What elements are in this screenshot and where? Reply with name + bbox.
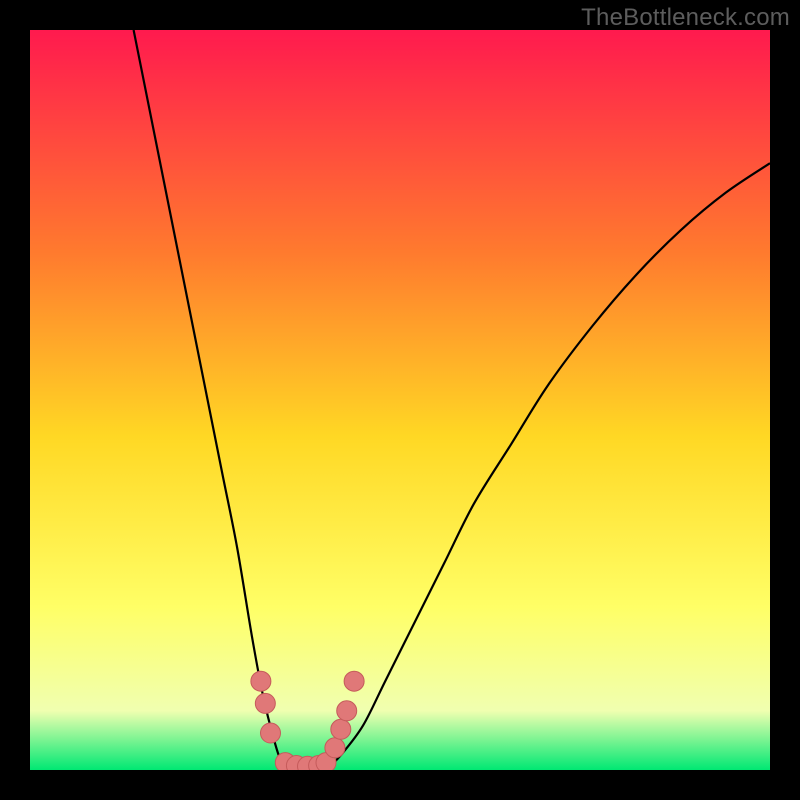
data-marker [251,671,271,691]
data-marker [331,719,351,739]
plot-area [30,30,770,770]
data-marker [261,723,281,743]
data-marker [325,738,345,758]
data-marker [255,693,275,713]
chart-svg [30,30,770,770]
watermark-text: TheBottleneck.com [581,4,790,32]
data-marker [337,701,357,721]
chart-frame: TheBottleneck.com [0,0,800,800]
data-marker [344,671,364,691]
gradient-background [30,30,770,770]
